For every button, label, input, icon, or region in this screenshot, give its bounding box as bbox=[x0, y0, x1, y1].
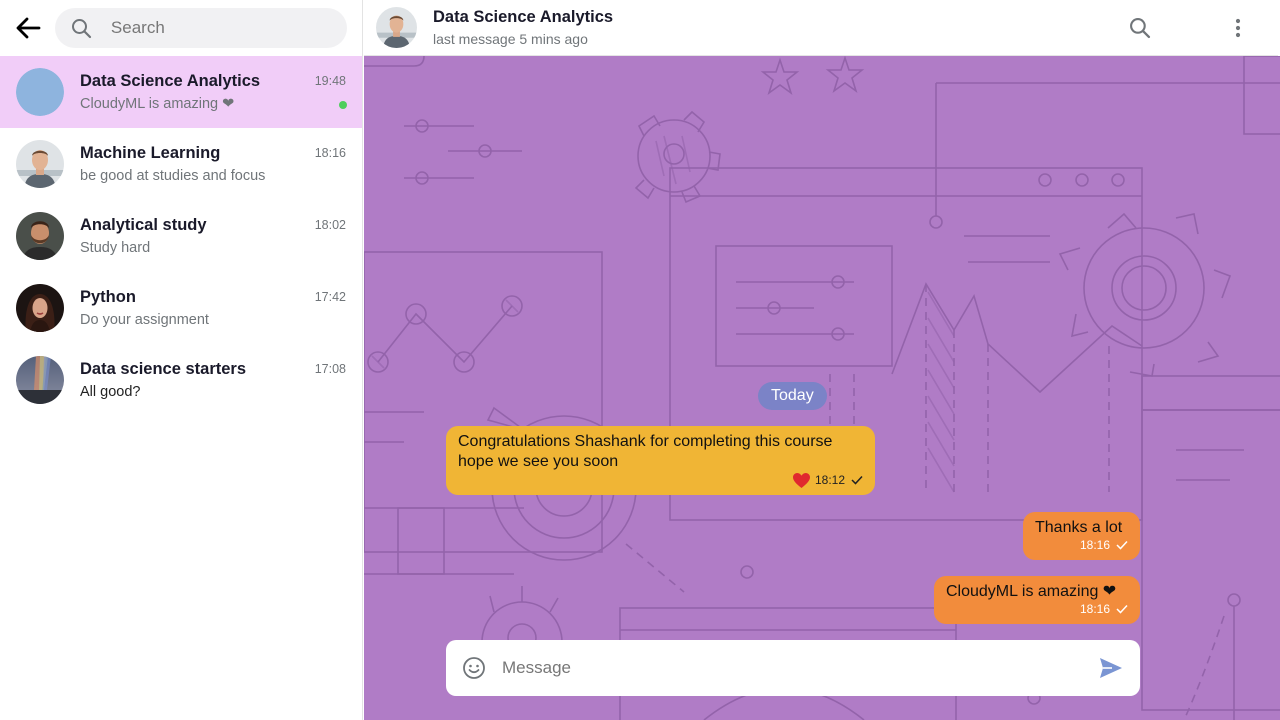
check-icon bbox=[1116, 604, 1128, 614]
chat-preview: be good at studies and focus bbox=[80, 167, 266, 184]
chat-preview: All good? bbox=[80, 383, 141, 400]
chat-item-analytical-study[interactable]: Analytical study Study hard 18:02 bbox=[0, 200, 362, 272]
message-time: 18:12 bbox=[814, 473, 845, 487]
message-composer bbox=[446, 640, 1140, 696]
chat-time: 18:16 bbox=[314, 146, 346, 160]
check-icon bbox=[1116, 540, 1128, 550]
chat-name: Data science starters bbox=[80, 359, 247, 378]
chat-time: 19:48 bbox=[314, 74, 346, 88]
message-meta: 18:16 bbox=[1080, 599, 1128, 619]
message-time: 18:16 bbox=[1079, 538, 1110, 552]
check-icon bbox=[851, 475, 863, 485]
more-options-icon[interactable] bbox=[1224, 14, 1252, 42]
search-box[interactable] bbox=[54, 8, 347, 48]
send-icon[interactable] bbox=[1098, 655, 1124, 681]
chat-name: Python bbox=[80, 287, 136, 306]
message-text: Congratulations Shashank for completing … bbox=[458, 433, 833, 470]
avatar[interactable] bbox=[376, 7, 417, 48]
date-separator: Today bbox=[758, 382, 827, 410]
back-arrow-icon[interactable] bbox=[14, 14, 42, 42]
page-title: Data Science Analytics bbox=[433, 8, 614, 26]
search-input[interactable] bbox=[110, 18, 311, 38]
chat-name: Analytical study bbox=[80, 215, 207, 234]
incoming-message[interactable]: Congratulations Shashank for completing … bbox=[446, 426, 875, 495]
message-time: 18:16 bbox=[1079, 602, 1110, 616]
chat-time: 17:08 bbox=[314, 362, 346, 376]
sidebar-toolbar bbox=[0, 0, 362, 56]
message-meta: 18:12 bbox=[792, 470, 863, 490]
message-meta: 18:16 bbox=[1080, 535, 1128, 555]
chat-item-machine-learning[interactable]: Machine Learning be good at studies and … bbox=[0, 128, 362, 200]
chat-sidebar: Data Science Analytics CloudyML is amazi… bbox=[0, 0, 363, 720]
chat-time: 18:02 bbox=[314, 218, 346, 232]
last-seen-status: last message 5 mins ago bbox=[433, 31, 588, 47]
search-icon bbox=[71, 17, 93, 39]
avatar bbox=[16, 356, 64, 404]
chat-area: Today Congratulations Shashank for compl… bbox=[364, 56, 1280, 720]
avatar bbox=[16, 68, 64, 116]
chat-preview: Study hard bbox=[80, 239, 151, 256]
chat-name: Data Science Analytics bbox=[80, 71, 261, 90]
outgoing-message[interactable]: Thanks a lot 18:16 bbox=[1023, 512, 1140, 560]
header-info: Data Science Analytics last message 5 mi… bbox=[433, 6, 613, 49]
avatar bbox=[16, 212, 64, 260]
chat-preview: Do your assignment bbox=[80, 311, 209, 328]
search-icon[interactable] bbox=[1126, 14, 1154, 42]
message-input[interactable] bbox=[502, 658, 1098, 678]
emoji-icon[interactable] bbox=[462, 656, 486, 680]
chat-name: Machine Learning bbox=[80, 143, 221, 162]
outgoing-message[interactable]: CloudyML is amazing ❤ 18:16 bbox=[934, 576, 1140, 624]
avatar bbox=[16, 140, 64, 188]
chat-item-data-science-starters[interactable]: Data science starters All good? 17:08 bbox=[0, 344, 362, 416]
chat-list: Data Science Analytics CloudyML is amazi… bbox=[0, 56, 362, 416]
chat-preview: CloudyML is amazing ❤ bbox=[80, 95, 235, 112]
chat-item-data-science-analytics[interactable]: Data Science Analytics CloudyML is amazi… bbox=[0, 56, 362, 128]
avatar bbox=[16, 284, 64, 332]
chat-header[interactable]: Data Science Analytics last message 5 mi… bbox=[364, 0, 1278, 56]
heart-reaction-icon[interactable] bbox=[792, 472, 811, 489]
online-indicator bbox=[339, 101, 347, 109]
chat-time: 17:42 bbox=[314, 290, 346, 304]
chat-item-python[interactable]: Python Do your assignment 17:42 bbox=[0, 272, 362, 344]
